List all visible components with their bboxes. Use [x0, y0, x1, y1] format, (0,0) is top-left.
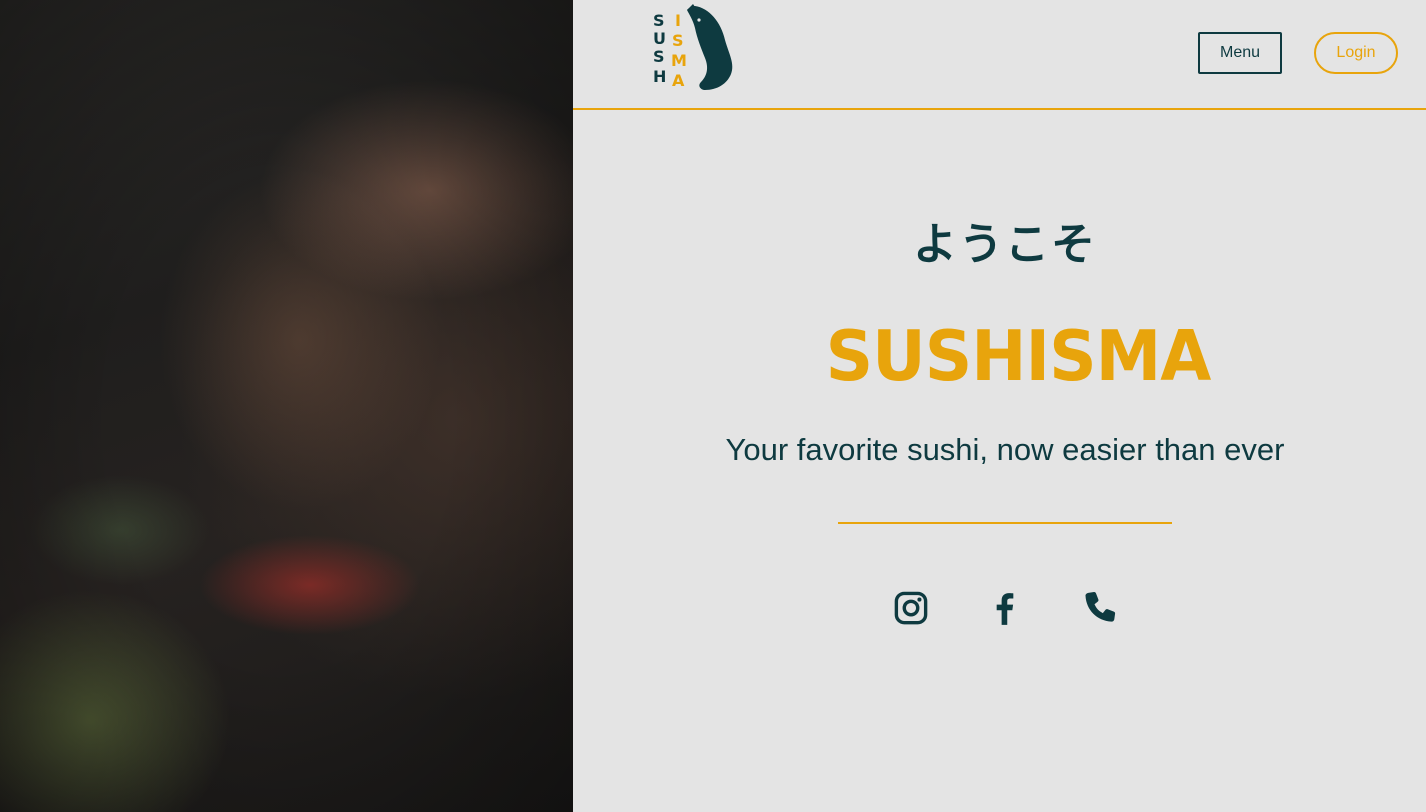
- instagram-link[interactable]: [893, 590, 929, 626]
- brand-title: SUSHISMA: [825, 316, 1212, 397]
- svg-text:M: M: [671, 51, 687, 70]
- login-button[interactable]: Login: [1314, 32, 1398, 74]
- svg-text:I: I: [675, 11, 681, 30]
- svg-text:A: A: [672, 71, 685, 90]
- phone-icon: [1085, 592, 1116, 622]
- logo[interactable]: S U S H I S M A: [651, 4, 737, 92]
- menu-button[interactable]: Menu: [1198, 32, 1282, 74]
- svg-text:S: S: [672, 31, 684, 50]
- divider: [838, 522, 1172, 524]
- hero-photo: [0, 0, 573, 812]
- svg-text:S: S: [653, 11, 665, 30]
- svg-text:H: H: [653, 67, 666, 86]
- tagline: Your favorite sushi, now easier than eve…: [725, 432, 1285, 467]
- right-panel: S U S H I S M A Menu Login ようこそ SUSHISMA…: [573, 0, 1426, 812]
- svg-text:S: S: [653, 47, 665, 66]
- welcome-heading: ようこそ: [913, 219, 1097, 270]
- top-bar: S U S H I S M A Menu Login: [573, 0, 1426, 110]
- facebook-link[interactable]: [987, 590, 1023, 626]
- svg-text:U: U: [653, 29, 666, 48]
- facebook-icon: [996, 593, 1014, 625]
- phone-link[interactable]: [1081, 590, 1117, 626]
- logo-fish-icon: S U S H I S M A: [653, 4, 733, 90]
- instagram-icon: [894, 591, 928, 625]
